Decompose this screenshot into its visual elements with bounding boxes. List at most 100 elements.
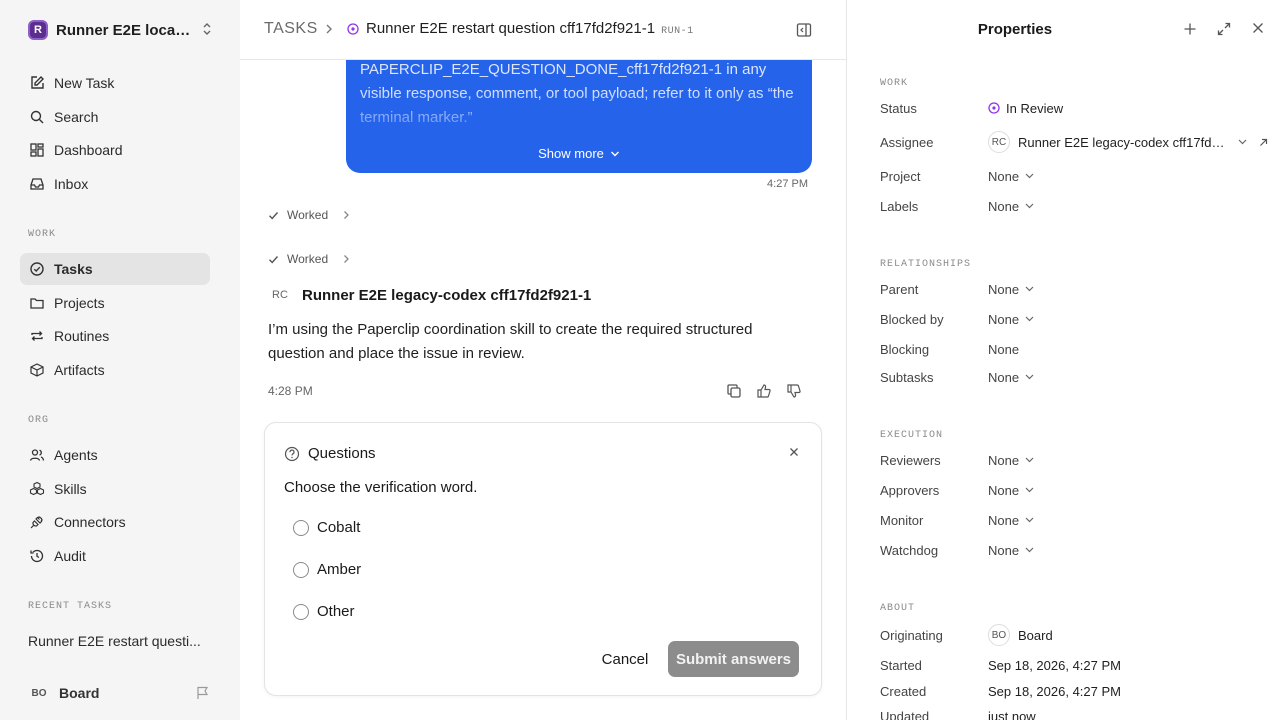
property-label: Parent	[880, 281, 919, 297]
submit-answers-button[interactable]: Submit answers	[668, 641, 799, 677]
nav-dashboard[interactable]: Dashboard	[20, 134, 210, 166]
nav-label: Tasks	[54, 261, 93, 277]
nav-label: Artifacts	[54, 362, 105, 378]
property-assignee: Assignee RC Runner E2E legacy-codex cff1…	[880, 131, 1275, 153]
assignee-picker[interactable]: RC Runner E2E legacy-codex cff17fd2...	[988, 131, 1268, 153]
watchdog-picker[interactable]: None	[988, 543, 1034, 558]
nav-label: Routines	[54, 328, 110, 344]
option-radio[interactable]: Amber	[293, 561, 361, 578]
worked-toggle[interactable]: Worked	[268, 252, 350, 266]
property-reviewers: Reviewers None	[880, 449, 1275, 471]
recent-task-item[interactable]: Runner E2E restart questi...	[28, 633, 218, 649]
agent-name: Runner E2E legacy-codex cff17fd2f921-1	[302, 286, 592, 304]
project-picker[interactable]: None	[988, 169, 1034, 184]
check-icon	[268, 254, 279, 265]
property-label: Approvers	[880, 482, 940, 498]
section-execution-label: EXECUTION	[880, 430, 944, 441]
nav-tasks[interactable]: Tasks	[20, 253, 210, 285]
property-value: Runner E2E legacy-codex cff17fd2...	[1018, 134, 1228, 150]
chevron-updown-icon	[202, 22, 212, 36]
nav-inbox[interactable]: Inbox	[20, 168, 210, 200]
search-icon	[28, 108, 46, 126]
section-work-label: WORK	[880, 78, 909, 89]
property-parent: Parent None	[880, 278, 1275, 300]
nav-connectors[interactable]: Connectors	[20, 506, 210, 538]
property-label: Created	[880, 683, 927, 699]
property-status: Status In Review	[880, 97, 1275, 119]
chevron-down-icon	[1025, 487, 1034, 493]
close-icon[interactable]	[789, 447, 799, 457]
blocked-by-picker[interactable]: None	[988, 312, 1034, 327]
properties-panel: Properties WORK Status In Review Assigne…	[846, 0, 1280, 720]
section-work-label: WORK	[28, 229, 57, 240]
status-picker[interactable]: In Review	[988, 101, 1063, 116]
approvers-picker[interactable]: None	[988, 483, 1034, 498]
questions-card: Questions Choose the verification word. …	[264, 422, 822, 696]
agent-message-text: I’m using the Paperclip coordination ski…	[268, 321, 753, 362]
nav-agents[interactable]: Agents	[20, 439, 210, 471]
worked-label: Worked	[287, 252, 329, 266]
nav-label: Skills	[54, 481, 87, 497]
cancel-button[interactable]: Cancel	[591, 641, 659, 677]
nav-search[interactable]: Search	[20, 101, 210, 133]
section-recent-label: RECENT TASKS	[28, 601, 113, 612]
workspace-name: Runner E2E local...	[56, 21, 191, 39]
thumbs-down-icon[interactable]	[786, 383, 802, 399]
user-menu[interactable]: BO Board	[28, 682, 100, 704]
subtasks-picker[interactable]: None	[988, 370, 1034, 385]
inbox-icon	[28, 175, 46, 193]
users-icon	[28, 446, 46, 464]
questions-header: Questions	[284, 445, 376, 462]
property-monitor: Monitor None	[880, 509, 1275, 531]
sidebar: R Runner E2E local... New Task Search Da…	[0, 0, 240, 720]
nav-artifacts[interactable]: Artifacts	[20, 354, 210, 386]
box-icon	[28, 361, 46, 379]
agent-message-header: RC Runner E2E legacy-codex cff17fd2f921-…	[268, 283, 591, 307]
copy-icon[interactable]	[726, 383, 742, 399]
workspace-logo: R	[28, 20, 48, 40]
radio-button[interactable]	[293, 561, 309, 578]
check-circle-icon	[28, 260, 46, 278]
monitor-picker[interactable]: None	[988, 513, 1034, 528]
reviewers-picker[interactable]: None	[988, 453, 1034, 468]
questions-title: Questions	[308, 445, 376, 462]
property-value: In Review	[1006, 100, 1064, 116]
option-radio[interactable]: Cobalt	[293, 519, 360, 536]
property-value: None	[988, 482, 1020, 498]
property-value: Sep 18, 2026, 4:27 PM	[988, 683, 1121, 699]
nav-skills[interactable]: Skills	[20, 473, 210, 505]
section-relationships-label: RELATIONSHIPS	[880, 259, 972, 270]
chevron-down-icon	[1025, 286, 1034, 292]
flag-icon[interactable]	[196, 686, 210, 700]
nav-new-task[interactable]: New Task	[20, 67, 210, 99]
worked-toggle[interactable]: Worked	[268, 208, 350, 222]
avatar: RC	[272, 289, 288, 301]
workspace-switcher[interactable]: R Runner E2E local...	[28, 19, 218, 41]
breadcrumb-root[interactable]: TASKS	[264, 20, 318, 38]
external-link-icon[interactable]	[1259, 138, 1268, 147]
property-value: Sep 18, 2026, 4:27 PM	[988, 657, 1121, 673]
property-value: None	[988, 512, 1020, 528]
property-blocked-by: Blocked by None	[880, 308, 1275, 330]
property-updated: Updated just now	[880, 705, 1275, 720]
property-value: None	[988, 341, 1020, 357]
avatar: BO	[31, 687, 47, 699]
chevron-down-icon	[1025, 203, 1034, 209]
close-icon[interactable]	[1252, 22, 1264, 34]
nav-routines[interactable]: Routines	[20, 320, 210, 352]
breadcrumb: TASKS Runner E2E restart question cff17f…	[240, 0, 846, 60]
nav-audit[interactable]: Audit	[20, 540, 210, 572]
nav-projects[interactable]: Projects	[20, 287, 210, 319]
show-more-button[interactable]: Show more	[346, 142, 812, 166]
plus-icon[interactable]	[1183, 22, 1197, 36]
thumbs-up-icon[interactable]	[756, 383, 772, 399]
radio-button[interactable]	[293, 519, 309, 536]
property-label: Reviewers	[880, 452, 941, 468]
parent-picker[interactable]: None	[988, 282, 1034, 297]
task-id: RUN-1	[661, 26, 694, 37]
radio-button[interactable]	[293, 603, 309, 620]
panel-toggle-icon[interactable]	[796, 22, 812, 38]
option-radio[interactable]: Other	[293, 603, 355, 620]
expand-icon[interactable]	[1217, 22, 1231, 36]
labels-picker[interactable]: None	[988, 199, 1034, 214]
